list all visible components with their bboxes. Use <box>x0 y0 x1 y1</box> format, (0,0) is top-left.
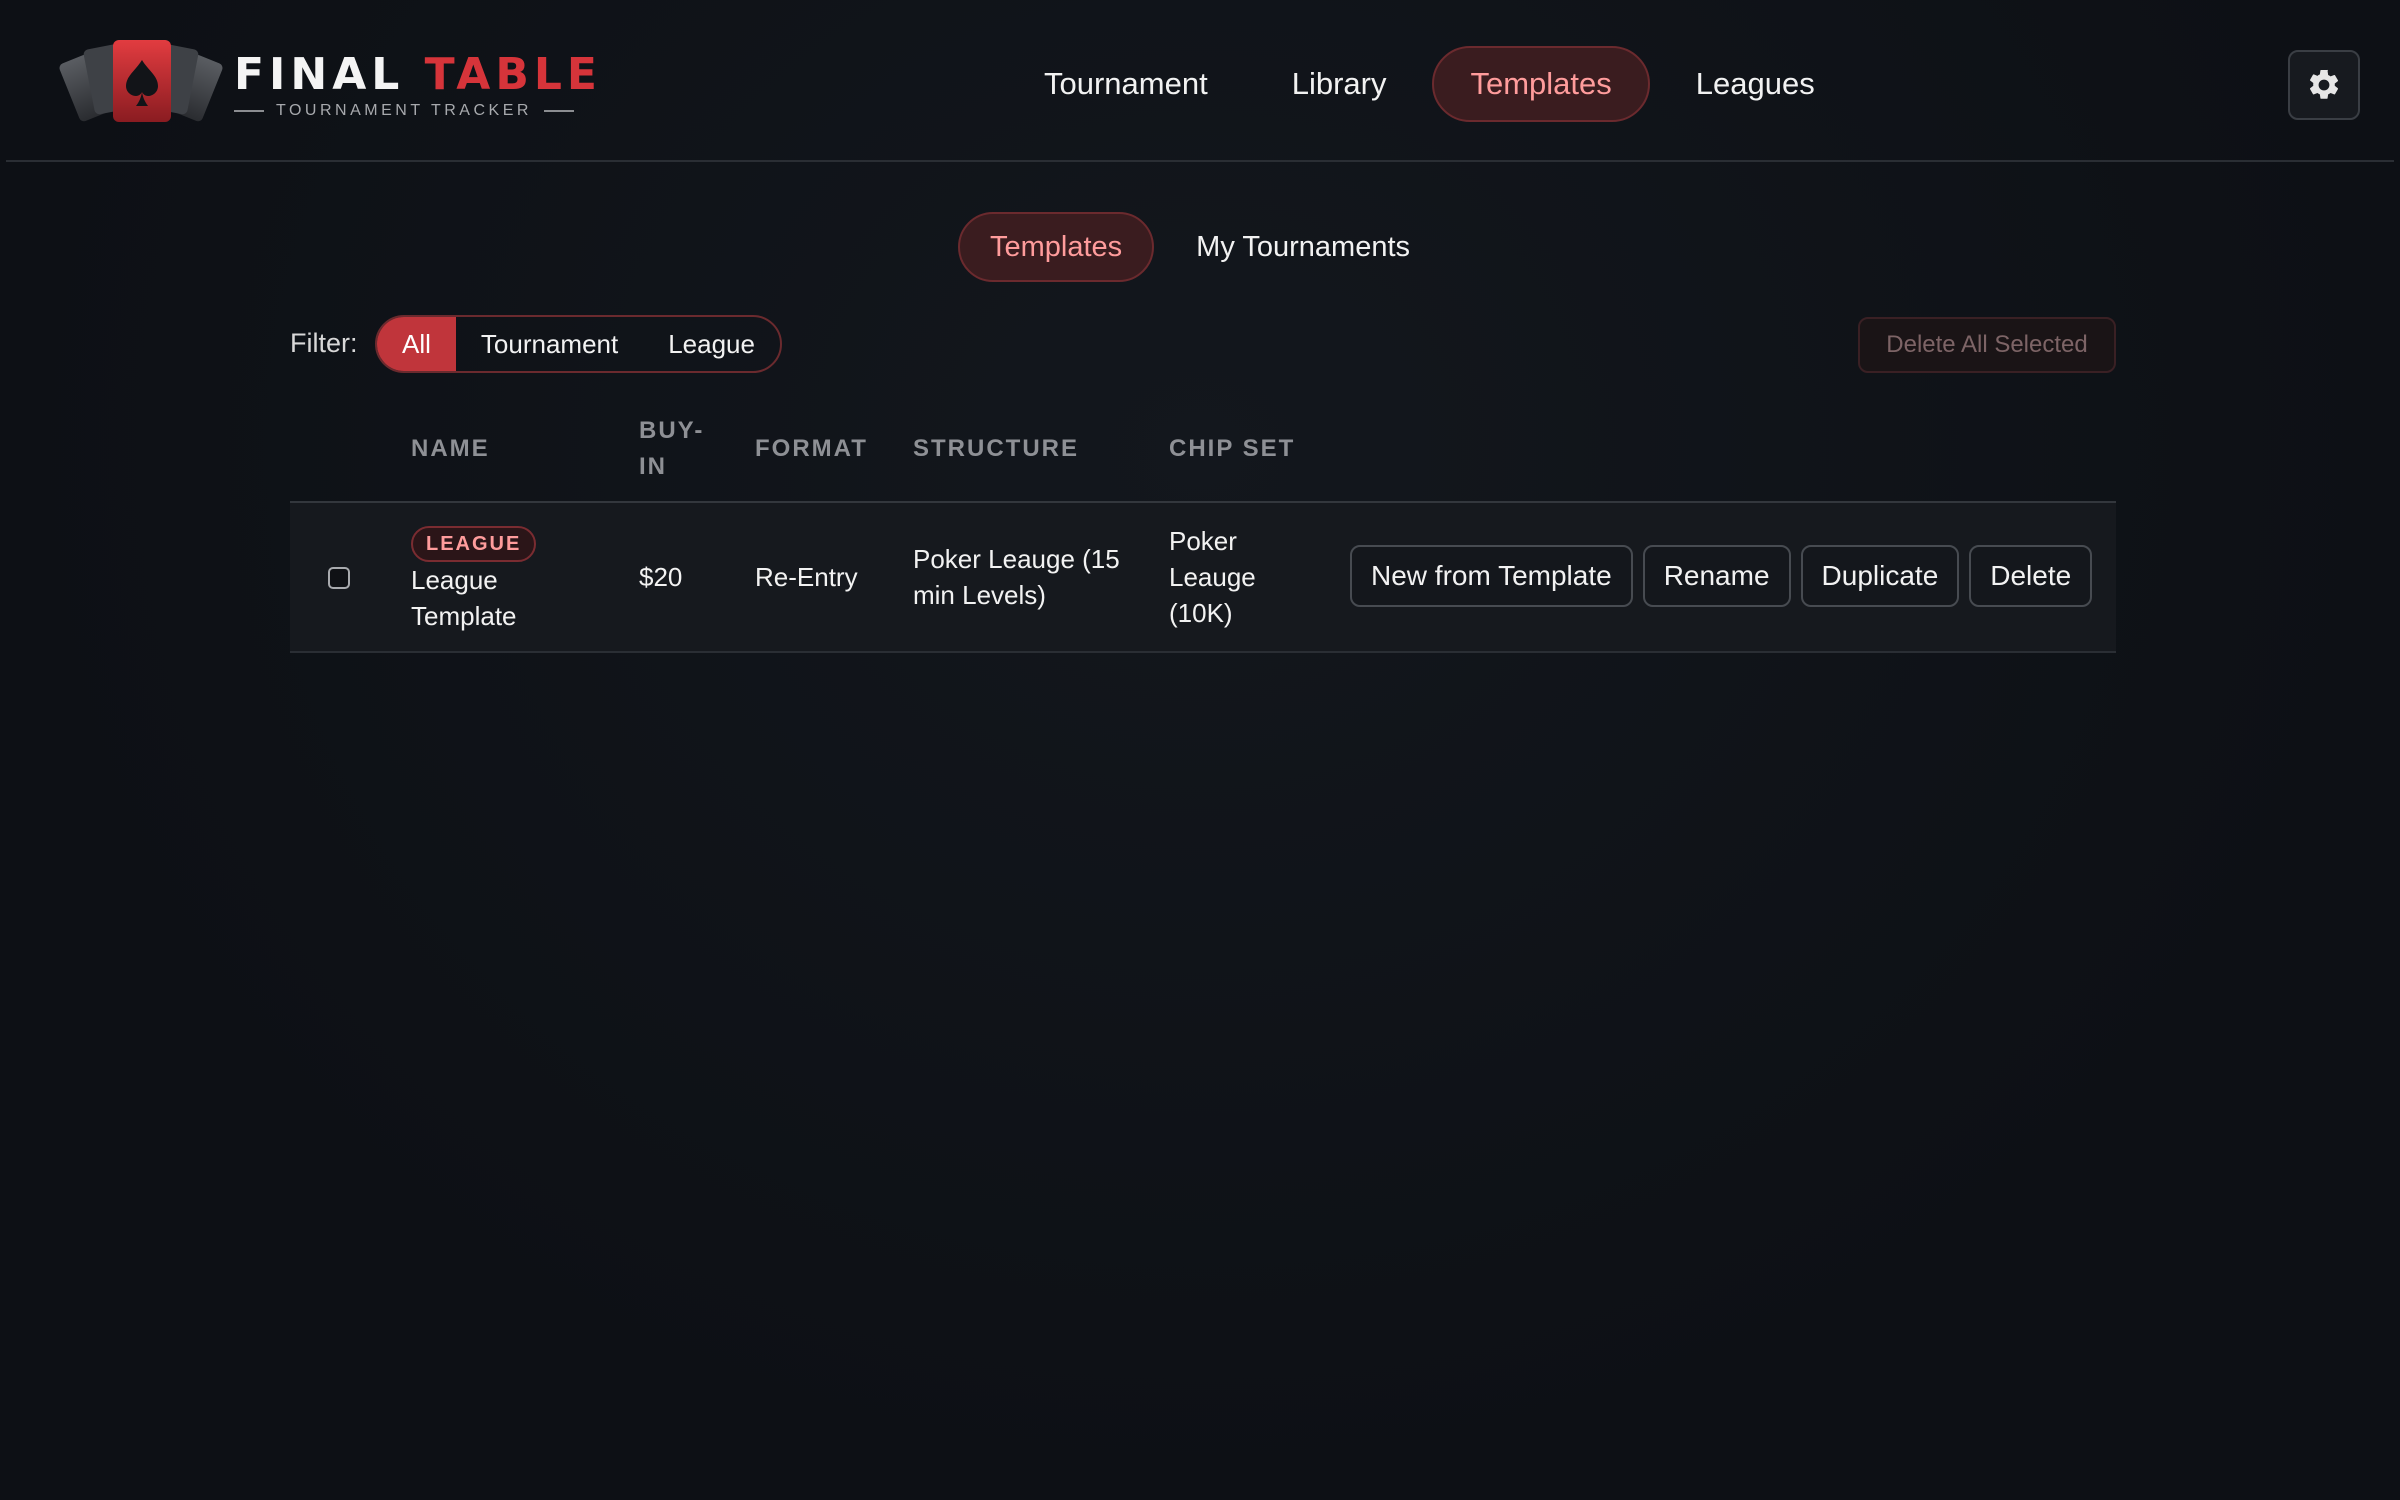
row-name-cell: LEAGUE League Template <box>411 523 537 634</box>
row-actions: New from Template Rename Duplicate Delet… <box>1350 545 2093 607</box>
app-page: FINAL TABLE TOURNAMENT TRACKER Tournamen… <box>0 0 2400 1500</box>
app-subtitle-row: TOURNAMENT TRACKER <box>234 102 602 120</box>
league-badge: LEAGUE <box>411 526 537 562</box>
app-logo[interactable]: FINAL TABLE TOURNAMENT TRACKER <box>56 36 597 128</box>
settings-button[interactable] <box>2288 50 2360 120</box>
logo-text: FINAL TABLE TOURNAMENT TRACKER <box>234 50 602 120</box>
column-header-buyin-line1: BUY- <box>639 417 705 444</box>
filter-tournament[interactable]: Tournament <box>456 317 643 371</box>
nav-library[interactable]: Library <box>1254 46 1425 122</box>
nav-tournament[interactable]: Tournament <box>1006 46 1246 122</box>
filter-all[interactable]: All <box>377 317 456 371</box>
row-chipset-line1: Poker <box>1169 526 1237 556</box>
column-header-buyin[interactable]: BUY- IN <box>639 413 704 485</box>
table-header: NAME BUY- IN FORMAT STRUCTURE CHIP SET <box>290 405 2116 503</box>
row-buyin: $20 <box>639 562 683 592</box>
delete-all-selected-button[interactable]: Delete All Selected <box>1858 317 2116 373</box>
view-tabs: Templates My Tournaments <box>958 212 1442 282</box>
column-header-name[interactable]: NAME <box>411 431 490 467</box>
app-subtitle: TOURNAMENT TRACKER <box>276 102 532 119</box>
app-title-word2: TABLE <box>424 49 602 100</box>
row-chipset: Poker Leauge (10K) <box>1169 523 1256 631</box>
filter-league[interactable]: League <box>643 317 780 371</box>
table-row: LEAGUE League Template $20 Re-Entry Poke… <box>290 503 2116 653</box>
nav-leagues[interactable]: Leagues <box>1658 46 1853 122</box>
column-header-buyin-line2: IN <box>639 453 667 480</box>
row-select-checkbox[interactable] <box>328 567 350 589</box>
rename-button[interactable]: Rename <box>1642 545 1791 607</box>
tab-templates[interactable]: Templates <box>958 212 1155 282</box>
duplicate-button[interactable]: Duplicate <box>1800 545 1960 607</box>
subtitle-divider-left <box>234 110 264 112</box>
app-title: FINAL TABLE <box>234 50 602 100</box>
row-chipset-line2: Leauge <box>1169 562 1256 592</box>
row-name-line1: League <box>411 565 498 595</box>
top-header: FINAL TABLE TOURNAMENT TRACKER Tournamen… <box>6 0 2394 162</box>
main-nav: Tournament Library Templates Leagues <box>1006 46 1853 122</box>
row-format: Re-Entry <box>755 562 858 592</box>
column-header-chipset[interactable]: CHIP SET <box>1169 431 1295 467</box>
new-from-template-button[interactable]: New from Template <box>1350 545 1633 607</box>
nav-templates[interactable]: Templates <box>1432 46 1650 122</box>
row-chipset-line3: (10K) <box>1169 598 1233 628</box>
row-structure-line1: Poker Leauge (15 <box>913 544 1120 574</box>
row-name-line2: Template <box>411 601 517 631</box>
filter-segmented-control: All Tournament League <box>375 315 782 373</box>
row-structure: Poker Leauge (15 min Levels) <box>913 541 1120 613</box>
row-structure-line2: min Levels) <box>913 580 1046 610</box>
spade-card-icon <box>59 40 223 122</box>
templates-table: NAME BUY- IN FORMAT STRUCTURE CHIP SET L… <box>290 405 2116 653</box>
app-title-word1: FINAL <box>234 49 405 100</box>
column-header-format[interactable]: FORMAT <box>755 431 868 467</box>
filter-label: Filter: <box>290 328 358 358</box>
delete-button[interactable]: Delete <box>1969 545 2093 607</box>
subtitle-divider-right <box>543 110 574 112</box>
tab-my-tournaments[interactable]: My Tournaments <box>1164 212 1442 282</box>
column-header-structure[interactable]: STRUCTURE <box>913 431 1079 467</box>
gear-icon <box>2309 69 2339 99</box>
